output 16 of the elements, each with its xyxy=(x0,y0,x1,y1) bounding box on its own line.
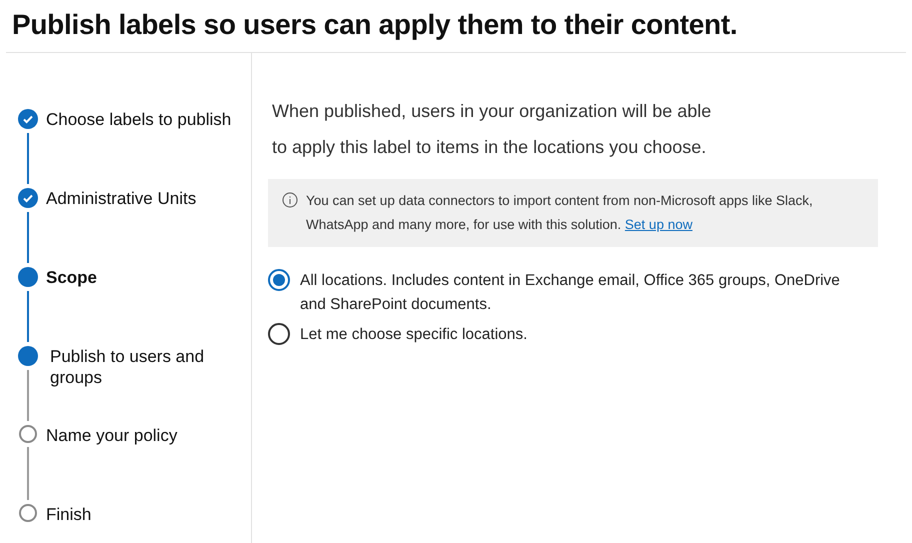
info-text: You can set up data connectors to import content from non-Microsoft apps like Slack, WhatsApp and many more, for use with this solution. Set up now xyxy=(306,192,814,234)
step-label[interactable]: Finish xyxy=(46,504,236,525)
intro-text: When published, users in your organization will be able xyxy=(271,100,712,123)
radio-button[interactable] xyxy=(268,269,290,291)
radio-option[interactable]: Let me choose specific locations. xyxy=(268,323,878,347)
step-label[interactable]: Scope xyxy=(46,267,236,346)
step-label[interactable]: Choose labels to publish xyxy=(46,109,236,188)
step-label[interactable]: Publish to users and groups xyxy=(46,346,236,425)
step-label[interactable]: Administrative Units xyxy=(46,188,236,267)
intro-text: to apply this label to items in the locations you choose. xyxy=(271,136,708,159)
radio-option[interactable]: All locations. Includes content in Exchange email, Office 365 groups, OneDrive and SharePoint documents. xyxy=(268,269,878,317)
set-up-link[interactable]: Set up now xyxy=(624,217,692,232)
page-title: Publish labels so users can apply them to their content. xyxy=(11,8,738,42)
radio-button[interactable] xyxy=(268,323,290,345)
info-icon xyxy=(282,192,298,208)
step-label[interactable]: Name your policy xyxy=(46,425,236,504)
